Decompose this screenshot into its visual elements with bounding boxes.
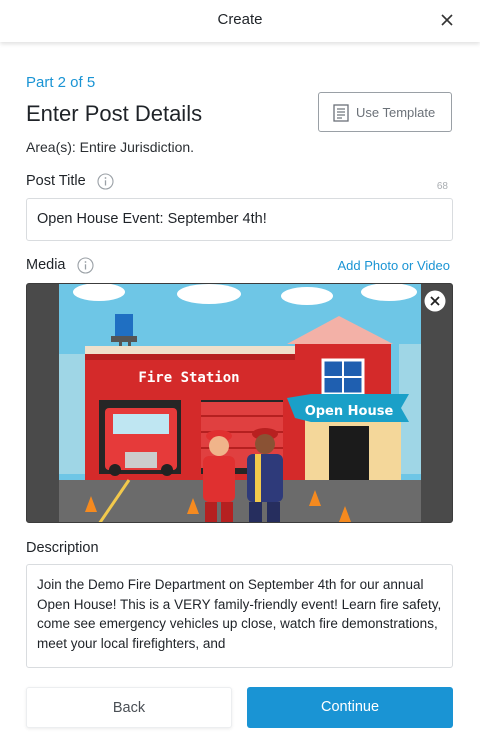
post-title-value: Open House Event: September 4th! [37,211,267,227]
close-icon[interactable] [438,11,456,29]
header-bar: Create [0,0,480,42]
back-button[interactable]: Back [26,687,232,728]
remove-media-icon[interactable] [424,290,446,312]
post-title-input[interactable]: Open House Event: September 4th! [26,198,453,241]
description-textarea[interactable]: Join the Demo Fire Department on Septemb… [26,564,453,668]
station-sign-text: Fire Station [138,370,239,386]
use-template-label: Use Template [356,105,436,120]
description-value: Join the Demo Fire Department on Septemb… [37,577,442,651]
document-icon [333,104,349,122]
page-title: Enter Post Details [26,101,203,126]
media-preview: Fire Station Open House [26,283,453,523]
add-photo-video-link[interactable]: Add Photo or Video [337,258,450,273]
description-label: Description [26,540,99,556]
info-icon[interactable] [77,257,94,274]
open-house-banner-text: Open House [305,404,394,419]
post-title-label: Post Title [26,173,86,189]
use-template-button[interactable]: Use Template [318,92,452,132]
areas-text: Area(s): Entire Jurisdiction. [26,139,195,155]
header-title: Create [217,11,263,28]
continue-button[interactable]: Continue [247,687,453,728]
info-icon[interactable] [97,173,114,190]
media-label: Media [26,257,66,273]
title-char-count: 68 [436,181,448,192]
step-indicator: Part 2 of 5 [26,74,96,91]
fire-station-image: Fire Station Open House [59,284,421,522]
